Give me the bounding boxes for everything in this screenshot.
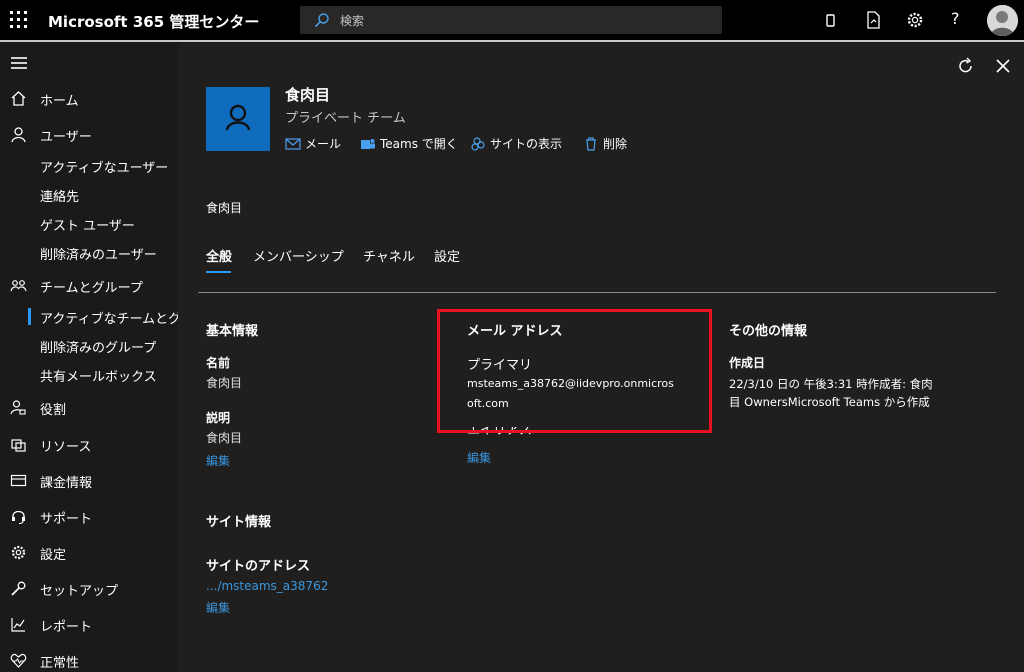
team-name-label: 食肉目 [206,201,243,215]
close-icon[interactable] [993,56,1013,76]
other-info-heading: その他の情報 [729,324,808,339]
search-placeholder: 検索 [340,14,365,28]
mobile-icon[interactable] [821,10,841,30]
resources-icon [11,439,26,452]
sidebar-item-health[interactable]: 正常性 [0,645,178,672]
gear-icon[interactable] [905,10,925,30]
refresh-icon[interactable] [956,56,976,76]
sidebar-item-reports[interactable]: レポート [0,609,178,639]
sidebar-item-resources[interactable]: リソース [0,429,178,459]
sidebar-sub-active-teams[interactable]: アクティブなチームとグ [0,303,178,329]
top-bar: Microsoft 365 管理センター 検索 ? [0,0,1024,42]
sharepoint-icon [471,137,485,151]
sidebar-sub-deleted-groups[interactable]: 削除済みのグループ [0,332,178,358]
tab-channels[interactable]: チャネル [363,246,415,265]
sidebar: ホーム ユーザー アクティブなユーザー 連絡先 ゲスト ユーザー 削除済みのユー… [0,44,178,672]
trash-icon [586,137,596,151]
person-icon [11,127,26,143]
team-details-panel: 食肉目 プライベート チーム メール Teams で開く サイトの表示 削除 食… [178,44,1024,672]
name-value: 食肉目 [206,376,243,390]
sidebar-sub-guest-users[interactable]: ゲスト ユーザー [0,210,178,236]
created-value-line2: 目 OwnersMicrosoft Teams から作成 [729,395,930,409]
roles-icon [10,400,26,415]
gear-icon [11,545,26,560]
site-info-heading: サイト情報 [206,515,272,530]
app-launcher-icon[interactable] [10,11,28,29]
billing-icon [10,474,27,487]
person-icon [225,104,251,131]
heart-icon [10,653,27,668]
tab-settings[interactable]: 設定 [434,246,460,265]
help-icon[interactable]: ? [951,9,960,28]
home-icon [11,91,26,106]
sidebar-sub-shared-mailboxes[interactable]: 共有メールボックス [0,361,178,387]
sidebar-item-settings[interactable]: 設定 [0,537,178,567]
panel-subtitle: プライベート チーム [285,111,406,126]
active-tab-indicator [206,271,231,273]
group-avatar [206,87,270,151]
site-address-link[interactable]: .../msteams_a38762 [206,579,328,593]
teams-groups-icon [10,280,27,292]
divider [198,292,996,293]
tab-general[interactable]: 全般 [206,246,232,265]
headset-icon [12,510,25,525]
sidebar-sub-active-users[interactable]: アクティブなユーザー [0,152,178,178]
sidebar-item-setup[interactable]: セットアップ [0,573,178,603]
search-icon [314,13,329,28]
sidebar-sub-contacts[interactable]: 連絡先 [0,181,178,207]
mail-icon [285,138,301,150]
description-label: 説明 [206,411,231,425]
name-label: 名前 [206,356,231,370]
sidebar-sub-deleted-users[interactable]: 削除済みのユーザー [0,239,178,265]
site-address-label: サイトのアドレス [206,559,311,574]
document-icon[interactable] [863,10,883,30]
edit-basic-link[interactable]: 編集 [206,452,230,469]
wrench-icon [11,581,26,596]
teams-icon [361,139,375,149]
description-value: 食肉目 [206,431,243,445]
panel-title: 食肉目 [285,86,331,104]
edit-email-link[interactable]: 編集 [467,449,491,466]
sidebar-item-home[interactable]: ホーム [0,83,178,113]
sidebar-item-support[interactable]: サポート [0,501,178,531]
menu-icon[interactable] [11,57,27,69]
sidebar-item-users[interactable]: ユーザー [0,119,178,149]
search-box[interactable]: 検索 [300,6,722,34]
edit-site-link[interactable]: 編集 [206,599,230,616]
chart-icon [11,618,25,632]
highlight-box [437,309,712,433]
app-title[interactable]: Microsoft 365 管理センター [48,11,259,32]
tab-membership[interactable]: メンバーシップ [253,246,344,265]
created-label: 作成日 [729,356,766,370]
sidebar-item-roles[interactable]: 役割 [0,392,178,422]
created-value-line1: 22/3/10 日の 午後3:31 時作成者: 食肉 [729,377,933,391]
sidebar-item-billing[interactable]: 課金情報 [0,465,178,495]
sidebar-item-teams-groups[interactable]: チームとグループ [0,270,178,300]
avatar[interactable] [987,5,1018,36]
basic-info-heading: 基本情報 [206,324,259,339]
